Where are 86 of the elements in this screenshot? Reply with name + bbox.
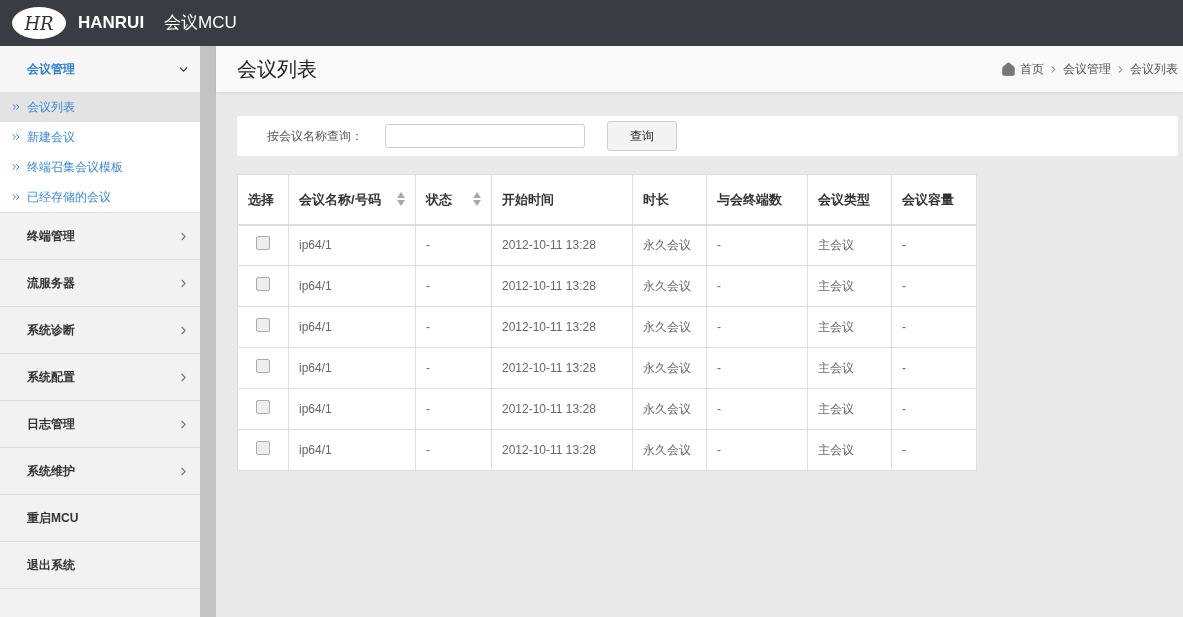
column-header: 会议类型 (807, 174, 892, 225)
table-cell: - (415, 388, 492, 430)
search-button[interactable]: 查询 (607, 121, 677, 151)
breadcrumb-link[interactable]: 会议管理 (1063, 60, 1111, 78)
home-icon (1001, 61, 1016, 77)
table-cell: - (891, 265, 977, 307)
sidebar-menu-item[interactable]: 终端管理 (0, 213, 200, 259)
table-cell: - (415, 306, 492, 348)
submenu-item[interactable]: 终端召集会议模板 (0, 152, 200, 182)
search-label: 按会议名称查询： (267, 128, 363, 145)
double-chevron-icon (10, 161, 22, 173)
table-cell: 2012-10-11 13:28 (491, 224, 633, 266)
sidebar-menu-item[interactable]: 重启MCU (0, 495, 200, 541)
search-field[interactable] (385, 124, 585, 148)
submenu-item[interactable]: 已经存储的会议 (0, 182, 200, 212)
sidebar-menu-item[interactable]: 退出系统 (0, 542, 200, 588)
breadcrumb-link[interactable]: 会议列表 (1130, 60, 1178, 78)
table-cell: - (415, 265, 492, 307)
table-cell: - (891, 306, 977, 348)
table-cell: - (891, 388, 977, 430)
table-cell: ip64/1 (288, 306, 416, 348)
double-chevron-icon (10, 191, 22, 203)
table-cell: 永久会议 (632, 265, 707, 307)
table-cell: 永久会议 (632, 347, 707, 389)
table-cell: - (415, 347, 492, 389)
breadcrumb-link[interactable]: 首页 (1020, 60, 1044, 78)
table-cell: 永久会议 (632, 388, 707, 430)
column-header: 时长 (632, 174, 707, 225)
logo: HR (12, 7, 66, 39)
row-checkbox[interactable] (256, 399, 270, 414)
table-cell: 主会议 (807, 429, 892, 471)
sidebar-menu-item[interactable]: 系统配置 (0, 354, 200, 400)
table-cell: - (706, 224, 808, 266)
table-cell: 主会议 (807, 224, 892, 266)
table-cell: - (706, 265, 808, 307)
sort-icon (473, 192, 481, 207)
column-header: 与会终端数 (706, 174, 808, 225)
table-cell: ip64/1 (288, 388, 416, 430)
sidebar-menu-item[interactable]: 日志管理 (0, 401, 200, 447)
table-cell: - (706, 306, 808, 348)
table-cell: 永久会议 (632, 429, 707, 471)
table-cell: - (706, 388, 808, 430)
double-chevron-icon (10, 101, 22, 113)
table-cell: - (706, 429, 808, 471)
submenu-item[interactable]: 新建会议 (0, 122, 200, 152)
row-checkbox[interactable] (256, 235, 270, 250)
page-title: 会议列表 (237, 57, 317, 82)
table-cell: 2012-10-11 13:28 (491, 265, 633, 307)
row-checkbox[interactable] (256, 317, 270, 332)
column-header[interactable]: 状态 (415, 174, 492, 225)
row-checkbox[interactable] (256, 440, 270, 455)
table-cell: - (706, 347, 808, 389)
app-title: 会议MCU (164, 12, 237, 35)
table-cell: 2012-10-11 13:28 (491, 306, 633, 348)
sort-icon (397, 192, 405, 207)
table-cell: ip64/1 (288, 265, 416, 307)
table-cell: ip64/1 (288, 347, 416, 389)
table-cell: 2012-10-11 13:28 (491, 388, 633, 430)
row-checkbox[interactable] (256, 358, 270, 373)
column-header: 选择 (237, 174, 289, 225)
table-cell: - (891, 224, 977, 266)
table-cell: - (891, 429, 977, 471)
sidebar-menu-item[interactable]: 系统维护 (0, 448, 200, 494)
brand-name: HANRUI (78, 12, 145, 35)
row-checkbox[interactable] (256, 276, 270, 291)
column-header[interactable]: 会议名称/号码 (288, 174, 416, 225)
table-cell: ip64/1 (288, 224, 416, 266)
table-cell: - (415, 429, 492, 471)
table-cell: 2012-10-11 13:28 (491, 429, 633, 471)
scrollbar[interactable] (200, 46, 216, 617)
table-cell: 主会议 (807, 347, 892, 389)
table-cell: ip64/1 (288, 429, 416, 471)
column-header: 会议容量 (891, 174, 977, 225)
table-cell: 主会议 (807, 265, 892, 307)
table-cell: 永久会议 (632, 306, 707, 348)
sidebar-menu-item[interactable]: 系统诊断 (0, 307, 200, 353)
table-cell: 永久会议 (632, 224, 707, 266)
table-cell: 2012-10-11 13:28 (491, 347, 633, 389)
double-chevron-icon (10, 131, 22, 143)
table-cell: 主会议 (807, 306, 892, 348)
sidebar-menu-item[interactable]: 流服务器 (0, 260, 200, 306)
table-cell: - (891, 347, 977, 389)
column-header: 开始时间 (491, 174, 633, 225)
table-cell: 主会议 (807, 388, 892, 430)
table-cell: - (415, 224, 492, 266)
sidebar-menu-item[interactable]: 会议管理 (0, 46, 200, 92)
